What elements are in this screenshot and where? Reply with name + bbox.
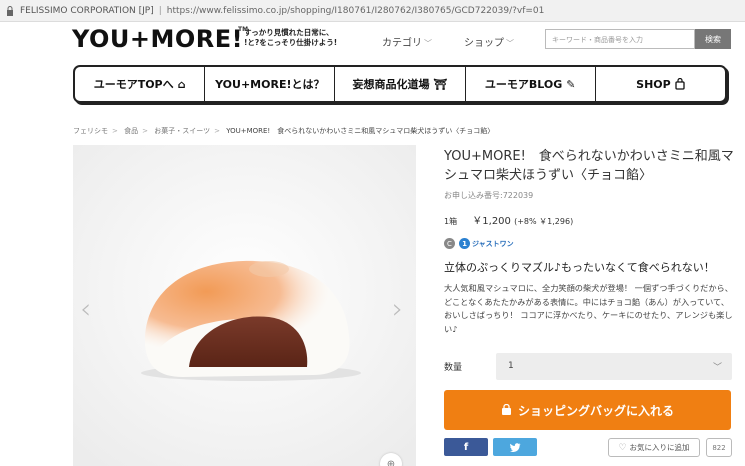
shopping-bag-icon xyxy=(501,404,511,415)
nav-item-label: ユーモアTOPへ xyxy=(93,78,174,91)
price-with-tax: (+8% ￥1,296) xyxy=(514,217,574,226)
home-icon: ⌂ xyxy=(177,77,186,91)
chevron-down-icon: ﹀ xyxy=(712,363,722,373)
browser-address-bar[interactable]: FELISSIMO CORPORATION [JP] | https://www… xyxy=(0,0,745,22)
breadcrumb: フェリシモ > 食品 > お菓子・スイーツ > YOU+MORE! 食べられないかわい… xyxy=(73,126,494,136)
chevron-down-icon: ﹀ xyxy=(424,39,432,48)
nav-item-top[interactable]: ユーモアTOPへ ⌂ xyxy=(75,67,206,101)
order-number: お申し込み番号:722039 xyxy=(444,191,534,200)
add-to-cart-label: ショッピングバッグに入れる xyxy=(517,403,674,418)
nav-item-label: 妄想商品化道場 xyxy=(352,78,430,91)
catchphrase: 立体のぷっくりマズル♪もったいなくて食べられない！ xyxy=(444,261,715,274)
quantity-value: 1 xyxy=(508,361,514,371)
favorite-count: 822 xyxy=(706,438,732,457)
breadcrumb-separator: > xyxy=(112,127,118,135)
nav-item-blog[interactable]: ユーモアBLOG ✎ xyxy=(466,67,596,101)
category-label: カテゴリ xyxy=(382,38,422,49)
just-one-icon: 1 xyxy=(459,238,470,249)
quantity-unit: 1箱 xyxy=(444,217,458,226)
price: ￥1,200 xyxy=(472,216,511,227)
add-to-favorites-button[interactable]: ♡ お気に入りに追加 xyxy=(608,438,700,457)
badges: C 1 ジャストワン xyxy=(444,238,514,249)
marshmallow-illustration xyxy=(73,145,416,466)
product-image[interactable] xyxy=(73,145,416,466)
lock-icon xyxy=(7,5,13,16)
breadcrumb-link[interactable]: フェリシモ xyxy=(73,127,108,135)
search-button[interactable]: 検索 xyxy=(695,29,731,49)
just-one-badge: 1 ジャストワン xyxy=(459,238,514,249)
pencil-icon: ✎ xyxy=(566,77,576,91)
category-badge: C xyxy=(444,238,455,249)
facebook-share-button[interactable]: f xyxy=(444,438,488,456)
site-logo[interactable]: YOU+MORE! xyxy=(72,25,243,53)
shop-menu[interactable]: ショップ ﹀ xyxy=(464,34,514,49)
quantity-label: 数量 xyxy=(444,363,463,373)
twitter-bird-icon xyxy=(509,442,520,452)
url-separator: | xyxy=(158,5,162,16)
main-nav: ユーモアTOPへ ⌂ YOU+MORE!とは？ 妄想商品化道場 ⛩ ユーモアBL… xyxy=(73,65,727,103)
just-one-label: ジャストワン xyxy=(472,239,514,248)
product-description: 大人気和風マシュマロに、全力笑顔の柴犬が登場！ 一個ずつ手づくりだから、どことな… xyxy=(444,283,733,334)
breadcrumb-current: YOU+MORE! 食べられないかわいさミニ和風マシュマロ柴犬ほうずい〈チョコ餡… xyxy=(226,127,495,135)
price-row: 1箱 ￥1,200 (+8% ￥1,296) xyxy=(444,212,573,227)
chevron-down-icon: ﹀ xyxy=(506,39,514,48)
nav-item-label: YOU+MORE!とは？ xyxy=(215,78,325,91)
breadcrumb-link[interactable]: 食品 xyxy=(124,127,138,135)
shopping-bag-icon xyxy=(675,78,685,90)
quantity-select[interactable]: 1 ﹀ xyxy=(496,353,732,380)
breadcrumb-link[interactable]: お菓子・スイーツ xyxy=(154,127,210,135)
heart-icon: ♡ xyxy=(618,442,627,453)
nav-item-label: SHOP xyxy=(636,77,671,91)
nav-item-shop[interactable]: SHOP xyxy=(596,67,725,101)
nav-item-label: ユーモアBLOG xyxy=(484,78,563,91)
nav-item-about[interactable]: YOU+MORE!とは？ xyxy=(205,67,336,101)
tagline: すっかり見慣れた日常に、 !と?をこっそり仕掛けよう! xyxy=(244,28,337,48)
search-input[interactable]: キーワード・商品番号を入力 xyxy=(545,29,695,49)
prev-image-arrow[interactable]: ‹ xyxy=(80,292,91,325)
nav-item-dojo[interactable]: 妄想商品化道場 ⛩ xyxy=(335,67,466,101)
tagline-line2: !と?をこっそり仕掛けよう! xyxy=(244,38,338,47)
next-image-arrow[interactable]: › xyxy=(392,292,403,325)
shop-label: ショップ xyxy=(464,38,504,49)
favorite-label: お気に入りに追加 xyxy=(629,443,690,452)
site-header: YOU+MORE! TM すっかり見慣れた日常に、 !と?をこっそり仕掛けよう!… xyxy=(0,22,745,60)
breadcrumb-separator: > xyxy=(142,127,148,135)
product-title: YOU+MORE! 食べられないかわいさミニ和風マシュマロ柴犬ほうずい〈チョコ餡… xyxy=(444,149,734,183)
category-menu[interactable]: カテゴリ ﹀ xyxy=(382,34,432,49)
url-text[interactable]: https://www.felissimo.co.jp/shopping/I18… xyxy=(167,6,545,16)
tagline-line1: すっかり見慣れた日常に、 xyxy=(244,28,334,37)
add-to-cart-button[interactable]: ショッピングバッグに入れる xyxy=(444,390,731,430)
site-identity: FELISSIMO CORPORATION [JP] xyxy=(20,5,154,16)
breadcrumb-separator: > xyxy=(214,127,220,135)
dojo-gate-icon: ⛩ xyxy=(433,77,448,91)
twitter-share-button[interactable] xyxy=(493,438,537,456)
